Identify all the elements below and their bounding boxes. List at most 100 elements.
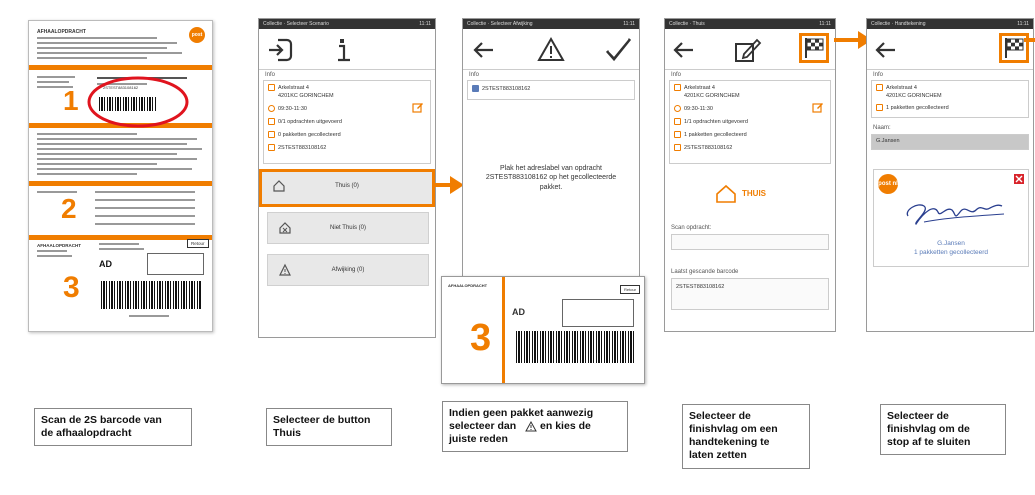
label-address-box xyxy=(562,299,634,327)
last-barcode-value: 2STEST883108162 xyxy=(676,284,725,290)
info-box: 2STEST883108162 xyxy=(467,80,635,100)
info-street: Arkelstraat 4 xyxy=(674,84,715,91)
arrow-3 xyxy=(1024,38,1035,42)
phone-select-deviation: Collectie · Selecteer Afwijking 11:11 Inf… xyxy=(462,18,640,282)
parcel-icon xyxy=(268,131,275,138)
home-icon xyxy=(273,180,285,192)
doc-label-barcode xyxy=(101,281,201,309)
last-barcode-label: Laatst gescande barcode xyxy=(671,269,739,275)
info-label: Info xyxy=(873,72,884,78)
info-orders: 0/1 opdrachten uitgevoerd xyxy=(268,118,342,125)
barcode-icon xyxy=(472,85,479,92)
info-city: 4201KC GORINCHEM xyxy=(278,93,334,99)
clock-icon xyxy=(674,105,681,112)
back-arrow-icon[interactable] xyxy=(669,35,699,65)
home-icon xyxy=(674,84,681,91)
caption-step-5: Selecteer de finishvlag om de stop af te s… xyxy=(880,404,1006,456)
caption-step-4: Selecteer de finishvlag om een handtekenin… xyxy=(682,404,810,469)
info-barcode: 2STEST883108162 xyxy=(268,144,326,151)
paste-label-message: Plak het adreslabel van opdracht 2STEST8… xyxy=(485,165,617,191)
logout-icon[interactable] xyxy=(265,35,295,65)
info-label: Info xyxy=(469,72,480,78)
home-icon xyxy=(716,184,736,203)
name-value: G.Jansen xyxy=(876,138,900,144)
phone-thuis: Collectie · Thuis 11:11 Info Arkelstraat … xyxy=(664,18,836,332)
signature-name: G.Jansen xyxy=(937,240,965,247)
info-icon[interactable] xyxy=(329,35,359,65)
name-input[interactable]: G.Jansen xyxy=(871,134,1029,150)
doc-label-title: AFHAALOPDRACHT xyxy=(37,243,81,248)
status-bar: Collectie · Handtekening 11:11 xyxy=(867,19,1033,29)
doc-address-box xyxy=(147,253,204,275)
info-barcode: 2STEST883108162 xyxy=(472,85,530,92)
address-label-image: AFHAALOPDRACHT Retour AD 3 xyxy=(441,276,645,384)
label-barcode xyxy=(516,331,634,363)
doc-title: AFHAALOPDRACHT xyxy=(37,29,86,35)
signature-pad[interactable]: post nl G.Jansen 1 pakketten gecollectee… xyxy=(873,169,1029,267)
status-bar: Collectie · Thuis 11:11 xyxy=(665,19,835,29)
warning-icon[interactable] xyxy=(536,35,566,65)
signature-stroke xyxy=(906,204,1005,226)
signature-parcel-count: 1 pakketten gecollecteerd xyxy=(913,249,989,256)
label-step-number: 3 xyxy=(470,317,492,359)
thuis-button[interactable]: Thuis (0) xyxy=(259,169,435,207)
niet-thuis-button[interactable]: Niet Thuis (0) xyxy=(267,212,429,244)
barcode-icon xyxy=(268,144,275,151)
doc-ad-label: AD xyxy=(99,259,112,269)
info-label: Info xyxy=(671,72,682,78)
warning-icon xyxy=(279,263,291,276)
signature-edit-icon[interactable] xyxy=(733,35,763,65)
edit-icon[interactable] xyxy=(412,101,424,113)
label-ad: AD xyxy=(512,307,525,317)
phone-select-scenario: Collectie · Selecteer Scenario 11:11 Info… xyxy=(258,18,436,338)
info-parcels: 1 pakketten gecollecteerd xyxy=(876,104,949,111)
label-title: AFHAALOPDRACHT xyxy=(448,283,488,288)
parcel-icon xyxy=(876,104,883,111)
highlight-circle xyxy=(87,76,189,128)
warning-icon xyxy=(525,420,537,432)
info-parcels: 0 pakketten gecollecteerd xyxy=(268,131,341,138)
back-arrow-icon[interactable] xyxy=(871,35,901,65)
edit-icon[interactable] xyxy=(812,101,824,113)
finish-flag-icon xyxy=(805,38,824,58)
info-street: Arkelstraat 4 xyxy=(876,84,917,91)
info-city: 4201KC GORINCHEM xyxy=(886,93,942,99)
postnl-logo: post nl xyxy=(189,27,205,54)
info-city: 4201KC GORINCHEM xyxy=(684,93,740,99)
step-number-3: 3 xyxy=(63,271,80,304)
thuis-scenario-label: THUIS xyxy=(742,189,766,198)
list-icon xyxy=(674,118,681,125)
clock-icon xyxy=(268,105,275,112)
finish-flag-button[interactable] xyxy=(799,33,829,63)
clear-signature-icon[interactable] xyxy=(1014,174,1024,184)
home-x-icon xyxy=(279,222,291,234)
pickup-order-document: post nl AFHAALOPDRACHT 1 2STEST883108162… xyxy=(28,20,213,332)
status-bar: Collectie · Selecteer Scenario 11:11 xyxy=(259,19,435,29)
info-box: Arkelstraat 4 4201KC GORINCHEM 09:30-11:… xyxy=(669,80,831,164)
name-label: Naam: xyxy=(873,125,891,131)
scan-order-label: Scan opdracht: xyxy=(671,225,712,231)
info-orders: 1/1 opdrachten uitgevoerd xyxy=(674,118,748,125)
step-number-2: 2 xyxy=(61,193,77,224)
afwijking-button[interactable]: Afwijking (0) xyxy=(267,254,429,286)
step-number-1: 1 xyxy=(63,85,79,116)
status-bar: Collectie · Selecteer Afwijking 11:11 xyxy=(463,19,639,29)
info-parcels: 1 pakketten gecollecteerd xyxy=(674,131,747,138)
caption-step-3: Indien geen pakket aanwezig selecteer da… xyxy=(442,401,628,453)
checkmark-icon[interactable] xyxy=(603,35,633,65)
home-icon xyxy=(876,84,883,91)
info-barcode: 2STEST883108162 xyxy=(674,144,732,151)
phone-signature: Collectie · Handtekening 11:11 Info Arkel… xyxy=(866,18,1034,332)
info-box: Arkelstraat 4 4201KC GORINCHEM 09:30-11:… xyxy=(263,80,431,164)
scan-order-input[interactable] xyxy=(671,234,829,250)
info-time: 09:30-11:30 xyxy=(674,105,713,112)
barcode-icon xyxy=(674,144,681,151)
label-stamp: Retour xyxy=(620,285,641,294)
info-box: Arkelstraat 4 4201KC GORINCHEM 1 pakkett… xyxy=(871,80,1029,118)
last-barcode-field: 2STEST883108162 xyxy=(671,278,829,310)
back-arrow-icon[interactable] xyxy=(469,35,499,65)
caption-step-1: Scan de 2S barcode van de afhaalopdracht xyxy=(34,408,192,447)
finish-flag-icon xyxy=(1005,38,1024,58)
info-label: Info xyxy=(265,72,276,78)
caption-step-2: Selecteer de button Thuis xyxy=(266,408,392,447)
